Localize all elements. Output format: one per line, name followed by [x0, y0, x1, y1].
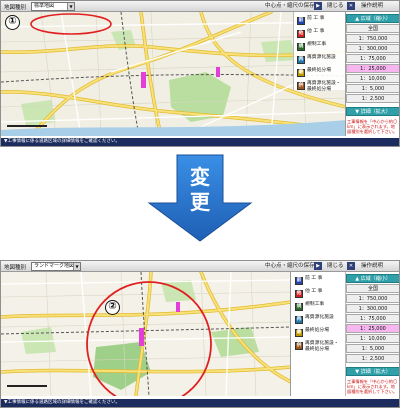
center-scale-save-button[interactable]: 中心点・縮尺の保存: [265, 2, 315, 11]
annotation-2-badge: ②: [105, 300, 120, 315]
legend-item: 併再資源化施設・最終処分場: [297, 81, 349, 93]
scale-option-8[interactable]: 1：2,500: [346, 354, 399, 363]
zoom-in-button[interactable]: ▼ 詳細（拡大）: [346, 367, 399, 376]
legend-symbol-icon: 最: [295, 329, 303, 337]
top-scale-panel: ▲ 広域（縮小） 全国 1：750,000 1：300,000 1：75,000 1：2…: [346, 12, 399, 136]
scale-option-5[interactable]: 1：25,000: [346, 324, 399, 333]
top-note-text: 工事情報を「中心から約〇km」に表示されます。地図種別を選択して下さい。: [347, 119, 398, 134]
map-type-label: 地図種別: [4, 265, 27, 271]
bottom-scale-panel: ▲ 広域（縮小） 全国 1：750,000 1：300,000 1：75,000 1：2…: [346, 272, 399, 396]
help-button[interactable]: 操作説明: [361, 262, 383, 271]
scale-option-8[interactable]: 1：2,500: [346, 94, 399, 103]
scale-option-2[interactable]: 1：750,000: [346, 294, 399, 303]
center-scale-save-button[interactable]: 中心点・縮尺の保存: [265, 262, 315, 271]
bottom-note-text: 工事情報を「中心から約〇km」に表示されます。地図種別を選択して下さい。: [347, 379, 398, 394]
bottom-map-canvas[interactable]: ②: [1, 272, 291, 396]
legend-item: 規規制工事: [295, 302, 347, 314]
chevron-down-icon: ▼: [67, 3, 74, 10]
close-button[interactable]: 閉じる: [327, 262, 344, 271]
legend-symbol-icon: 前: [297, 17, 305, 25]
annotation-1-badge: ①: [5, 15, 20, 30]
change-label-line2: 更: [190, 190, 210, 214]
legend-label: 他 工 事: [307, 29, 325, 34]
zoom-in-button[interactable]: ▼ 詳細（拡大）: [346, 107, 399, 116]
legend-symbol-icon: 併: [297, 82, 305, 90]
legend-item: 再再資源化施設: [297, 55, 349, 67]
scale-option-6[interactable]: 1：10,000: [346, 334, 399, 343]
map-type-select[interactable]: 標準地図 ▼: [31, 2, 75, 11]
scale-option-5[interactable]: 1：25,000: [346, 64, 399, 73]
scale-option-2[interactable]: 1：750,000: [346, 34, 399, 43]
zoom-out-button[interactable]: ▲ 広域（縮小）: [346, 14, 399, 23]
legend-label: 規制工事: [307, 42, 327, 47]
save-arrow-icon[interactable]: ▶: [314, 262, 322, 270]
close-icon[interactable]: ✕: [347, 2, 355, 10]
legend-symbol-icon: 他: [297, 30, 305, 38]
legend-symbol-icon: 再: [295, 316, 303, 324]
scale-option-4[interactable]: 1：75,000: [346, 314, 399, 323]
help-button[interactable]: 操作説明: [361, 2, 383, 11]
top-footer: ▼工事情報に係る道路区域の詳細情報をご確認ください。: [1, 138, 399, 146]
highlight-ellipse: [30, 13, 112, 35]
scale-option-7[interactable]: 1：5,000: [346, 344, 399, 353]
legend-label: 他 工 事: [305, 289, 323, 294]
legend-item: 併再資源化施設・最終処分場: [295, 341, 347, 353]
legend-label: 再資源化施設: [307, 55, 336, 60]
map-type-label: 地図種別: [4, 5, 27, 11]
scale-option-1[interactable]: 全国: [346, 24, 399, 33]
legend-label: 再資源化施設: [305, 315, 334, 320]
legend-label: 前 工 事: [307, 16, 325, 21]
legend-item: 再再資源化施設: [295, 315, 347, 327]
close-icon[interactable]: ✕: [347, 262, 355, 270]
top-legend: 前前 工 事他他 工 事規規制工事再再資源化施設最最終処分場併再資源化施設・最終…: [293, 12, 345, 92]
bottom-legend: 前前 工 事他他 工 事規規制工事再再資源化施設最最終処分場併再資源化施設・最終…: [292, 272, 346, 396]
legend-item: 他他 工 事: [295, 289, 347, 301]
scale-option-3[interactable]: 1：300,000: [346, 304, 399, 313]
legend-symbol-icon: 規: [297, 43, 305, 51]
legend-item: 最最終処分場: [297, 68, 349, 80]
legend-label: 最終処分場: [307, 68, 331, 73]
scale-option-4[interactable]: 1：75,000: [346, 54, 399, 63]
zoom-out-button[interactable]: ▲ 広域（縮小）: [346, 274, 399, 283]
scale-option-7[interactable]: 1：5,000: [346, 84, 399, 93]
bottom-footer: ▼工事情報に係る道路区域の詳細情報をご確認ください。: [1, 399, 399, 407]
legend-item: 規規制工事: [297, 42, 349, 54]
legend-symbol-icon: 併: [295, 342, 303, 350]
legend-symbol-icon: 再: [297, 56, 305, 64]
scale-option-3[interactable]: 1：300,000: [346, 44, 399, 53]
legend-label: 規制工事: [305, 302, 325, 307]
legend-symbol-icon: 他: [295, 290, 303, 298]
change-arrow: 変 更: [145, 153, 255, 243]
legend-item: 最最終処分場: [295, 328, 347, 340]
legend-label: 再資源化施設・最終処分場: [307, 81, 341, 92]
top-toolbar: 地図種別 標準地図 ▼ 中心点・縮尺の保存 ▶ 閉じる ✕ 操作説明: [1, 1, 399, 12]
legend-item: 前前 工 事: [295, 276, 347, 288]
bottom-map-svg: [1, 272, 290, 396]
scale-option-6[interactable]: 1：10,000: [346, 74, 399, 83]
legend-label: 前 工 事: [305, 276, 323, 281]
map-type-select[interactable]: ランドマーク地図 ▼: [31, 262, 81, 271]
legend-item: 前前 工 事: [297, 16, 349, 28]
bottom-map-screen: 地図種別 ランドマーク地図 ▼ 中心点・縮尺の保存 ▶ 閉じる ✕ 操作説明 ②…: [0, 260, 400, 408]
legend-label: 最終処分場: [305, 328, 329, 333]
save-arrow-icon[interactable]: ▶: [314, 2, 322, 10]
bottom-toolbar: 地図種別 ランドマーク地図 ▼ 中心点・縮尺の保存 ▶ 閉じる ✕ 操作説明: [1, 261, 399, 272]
scale-option-1[interactable]: 全国: [346, 284, 399, 293]
legend-symbol-icon: 規: [295, 303, 303, 311]
legend-label: 再資源化施設・最終処分場: [305, 341, 339, 352]
chevron-down-icon: ▼: [73, 263, 80, 270]
legend-symbol-icon: 最: [297, 69, 305, 77]
legend-item: 他他 工 事: [297, 29, 349, 41]
close-button[interactable]: 閉じる: [327, 2, 344, 11]
legend-symbol-icon: 前: [295, 277, 303, 285]
